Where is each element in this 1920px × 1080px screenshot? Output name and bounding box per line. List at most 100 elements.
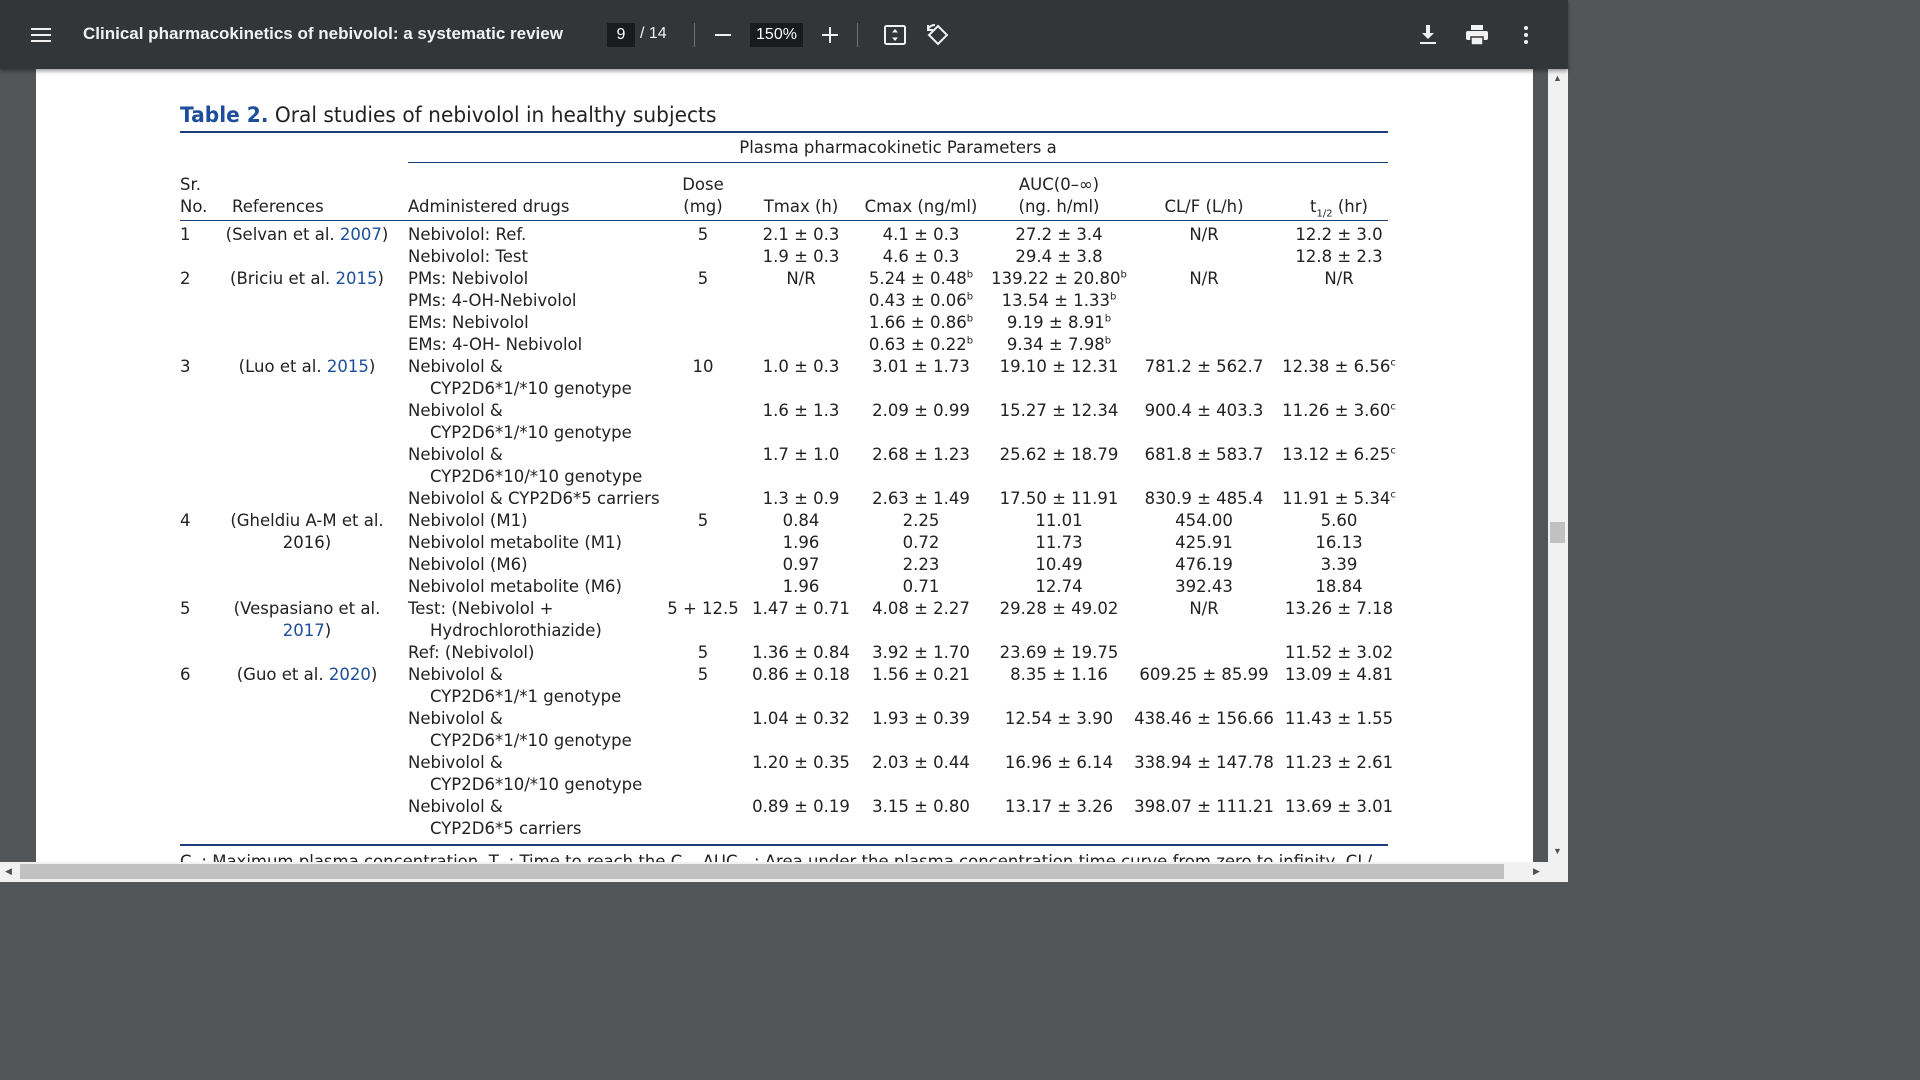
header-clf: CL/F (L/h): [1164, 197, 1244, 216]
clf-cell: 681.8 ± 583.7: [1144, 445, 1264, 464]
clf-cell: N/R: [1189, 225, 1219, 244]
reference-link[interactable]: 2015: [327, 357, 369, 376]
sr-cell: 6: [180, 665, 191, 684]
clf-cell: 392.43: [1175, 577, 1233, 596]
scroll-left-icon[interactable]: ◀: [5, 866, 12, 877]
tmax-cell: N/R: [786, 269, 816, 288]
header-bottom-rule: [180, 220, 1388, 221]
drug-cell: Nebivolol: Ref.: [408, 225, 527, 244]
reference-link[interactable]: 2007: [340, 225, 382, 244]
cmax-cell: 2.03 ± 0.44: [872, 753, 970, 772]
cmax-cell: 2.25: [902, 511, 940, 530]
download-icon[interactable]: [1414, 21, 1442, 49]
document-title: Clinical pharmacokinetics of nebivolol: …: [83, 24, 563, 43]
drug-cell: Nebivolol &: [408, 357, 503, 376]
drug-cell: Nebivolol metabolite (M6): [408, 577, 622, 596]
auc-cell: 11.01: [1035, 511, 1083, 530]
drug-cell: EMs: Nebivolol: [408, 313, 529, 332]
auc-cell: 11.73: [1035, 533, 1083, 552]
dose-cell: 5: [697, 269, 709, 288]
auc-cell: 12.74: [1035, 577, 1083, 596]
thalf-cell: 13.09 ± 4.81: [1284, 665, 1394, 684]
drug-cell: Nebivolol &: [408, 797, 503, 816]
clf-cell: 425.91: [1175, 533, 1233, 552]
clf-cell: 830.9 ± 485.4: [1144, 489, 1264, 508]
header-auc: AUC(0–∞): [1018, 175, 1100, 194]
cmax-cell: 4.1 ± 0.3: [882, 225, 960, 244]
vertical-scroll-thumb[interactable]: [1550, 522, 1565, 543]
pdf-toolbar: Clinical pharmacokinetics of nebivolol: …: [0, 0, 1568, 69]
auc-cell: 17.50 ± 11.91: [999, 489, 1119, 508]
auc-cell: 29.28 ± 49.02: [999, 599, 1119, 618]
page-number-input[interactable]: 9: [607, 23, 635, 47]
thalf-cell: 11.26 ± 3.60c: [1282, 401, 1396, 420]
scroll-up-icon[interactable]: ▲: [1553, 73, 1562, 83]
header-auc-unit: (ng. h/ml): [1018, 197, 1100, 216]
drug-cell: Test: (Nebivolol +: [408, 599, 554, 618]
drug-cell: Nebivolol &: [408, 401, 503, 420]
auc-cell: 15.27 ± 12.34: [999, 401, 1119, 420]
table-footnote: C : Maximum plasma concentration, T : Ti…: [180, 852, 1373, 862]
reference-link[interactable]: 2017: [283, 621, 325, 640]
clf-cell: 438.46 ± 156.66: [1134, 709, 1274, 728]
auc-cell: 19.10 ± 12.31: [999, 357, 1119, 376]
dose-cell: 5: [697, 511, 709, 530]
thalf-cell: 11.23 ± 2.61: [1284, 753, 1394, 772]
reference-link[interactable]: 2015: [336, 269, 378, 288]
dose-cell: 5: [697, 665, 709, 684]
thalf-cell: 11.43 ± 1.55: [1284, 709, 1394, 728]
tmax-cell: 2.1 ± 0.3: [762, 225, 840, 244]
cmax-cell: 0.71: [902, 577, 940, 596]
reference-cell: (Selvan et al. 2007): [225, 225, 389, 244]
drug-cell: CYP2D6*1/*10 genotype: [430, 379, 632, 398]
dose-cell: 5: [697, 643, 709, 662]
print-icon[interactable]: [1463, 21, 1491, 49]
thalf-cell: 3.39: [1320, 555, 1358, 574]
tmax-cell: 0.86 ± 0.18: [752, 665, 850, 684]
fit-page-icon[interactable]: [881, 21, 909, 49]
cmax-cell: 4.6 ± 0.3: [882, 247, 960, 266]
scroll-down-icon[interactable]: ▼: [1553, 846, 1562, 856]
reference-cell: 2017): [282, 621, 332, 640]
drug-cell: CYP2D6*1/*10 genotype: [430, 423, 632, 442]
drug-cell: Nebivolol (M6): [408, 555, 528, 574]
cmax-cell: 1.93 ± 0.39: [872, 709, 970, 728]
cmax-cell: 2.23: [902, 555, 940, 574]
thalf-cell: 13.69 ± 3.01: [1284, 797, 1394, 816]
cmax-cell: 1.66 ± 0.86b: [868, 313, 974, 332]
tmax-cell: 1.0 ± 0.3: [762, 357, 840, 376]
document-viewer: Table 2. Oral studies of nebivolol in he…: [0, 69, 1548, 862]
zoom-in-icon[interactable]: [817, 22, 843, 48]
table-bottom-rule: [180, 844, 1388, 846]
more-options-icon[interactable]: [1512, 21, 1540, 49]
thalf-cell: 5.60: [1320, 511, 1358, 530]
thalf-cell: N/R: [1324, 269, 1354, 288]
drug-cell: Nebivolol &: [408, 709, 503, 728]
drug-cell: Nebivolol (M1): [408, 511, 528, 530]
scroll-right-icon[interactable]: ▶: [1533, 866, 1540, 877]
header-no: No.: [180, 197, 208, 216]
menu-icon[interactable]: [24, 18, 58, 52]
reference-cell: (Gheldiu A-M et al.: [230, 511, 384, 530]
rotate-icon[interactable]: [924, 21, 952, 49]
tmax-cell: 1.47 ± 0.71: [752, 599, 850, 618]
zoom-out-icon[interactable]: [710, 22, 736, 48]
cmax-cell: 2.09 ± 0.99: [872, 401, 970, 420]
drug-cell: Nebivolol &: [408, 445, 503, 464]
cmax-cell: 5.24 ± 0.48b: [868, 269, 974, 288]
horizontal-scroll-thumb[interactable]: [20, 864, 1504, 879]
drug-cell: Nebivolol &: [408, 753, 503, 772]
thalf-cell: 11.52 ± 3.02: [1284, 643, 1394, 662]
reference-cell: (Guo et al. 2020): [236, 665, 378, 684]
vertical-scrollbar[interactable]: [1548, 69, 1568, 862]
zoom-level-input[interactable]: 150%: [750, 23, 803, 47]
tmax-cell: 1.20 ± 0.35: [752, 753, 850, 772]
header-dose-unit: (mg): [683, 197, 723, 216]
toolbar-divider: [694, 23, 695, 47]
reference-link[interactable]: 2020: [329, 665, 371, 684]
sr-cell: 4: [180, 511, 191, 530]
thalf-cell: 12.8 ± 2.3: [1295, 247, 1383, 266]
auc-cell: 27.2 ± 3.4: [1015, 225, 1103, 244]
tmax-cell: 1.96: [782, 533, 820, 552]
table-label: Table 2.: [180, 103, 269, 127]
